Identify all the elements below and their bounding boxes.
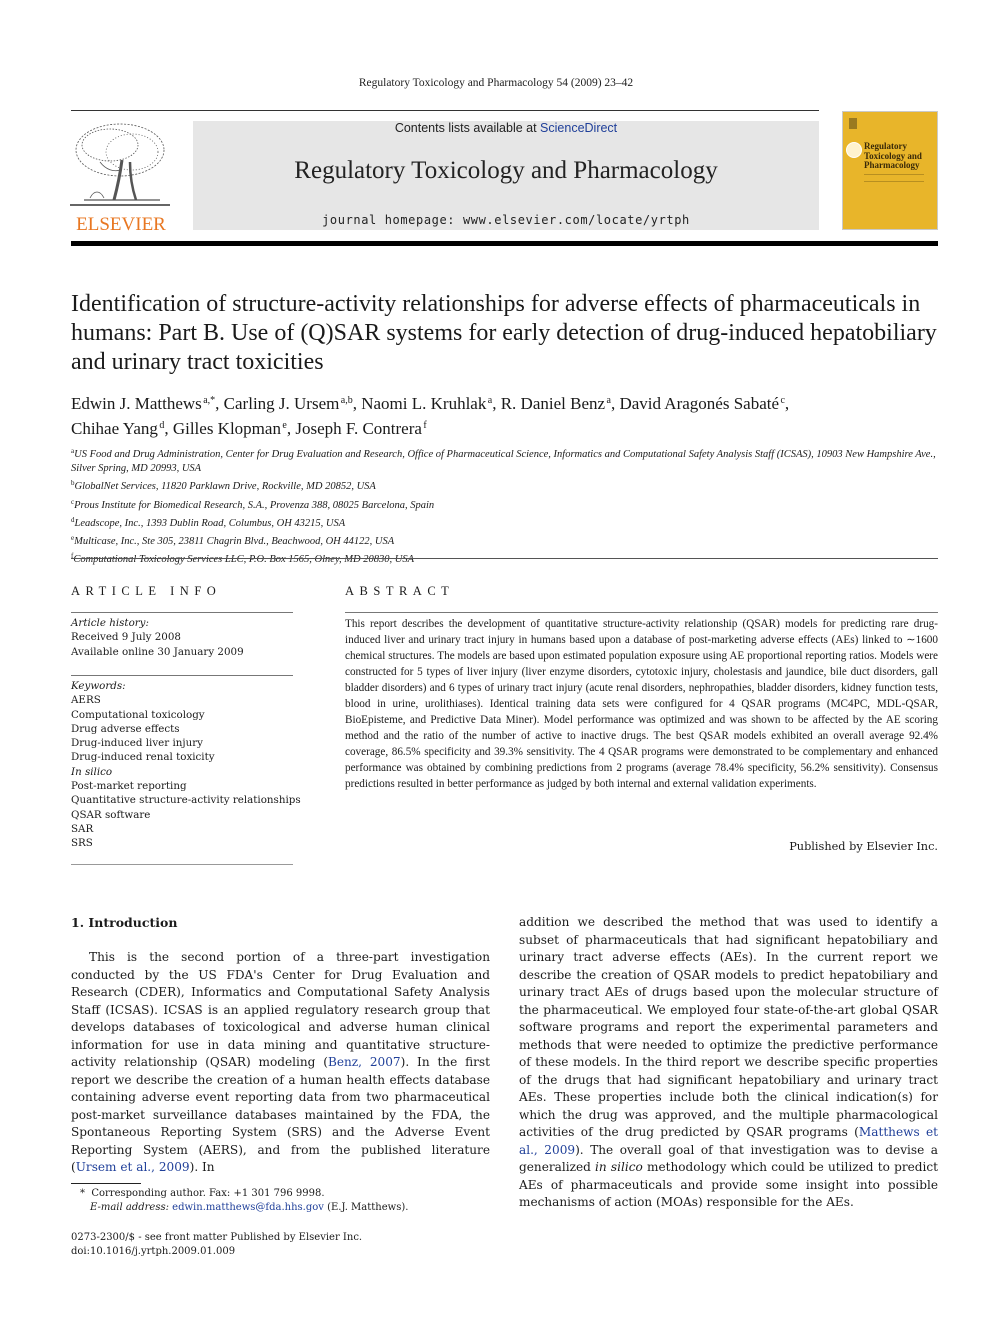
keyword-list: Keywords: AERS Computational toxicology …	[71, 679, 311, 851]
abstract-heading: ABSTRACT	[345, 584, 455, 598]
cover-subtitle-lines	[864, 174, 924, 182]
article-title: Identification of structure-activity rel…	[71, 291, 937, 375]
author[interactable]: Carling J. Ursem	[224, 394, 340, 413]
author[interactable]: Edwin J. Matthews	[71, 394, 202, 413]
author-affiliation-marker[interactable]: f	[423, 420, 426, 431]
footnote-rule	[71, 1183, 141, 1184]
issn-line: 0273-2300/$ - see front matter Published…	[71, 1232, 363, 1243]
publisher-logo[interactable]: ELSEVIER	[70, 120, 172, 235]
affiliation-item: cProus Institute for Biomedical Research…	[71, 497, 435, 511]
cover-title: Regulatory Toxicology and Pharmacology	[864, 141, 922, 170]
affiliation-list: aUS Food and Drug Administration, Center…	[71, 444, 941, 567]
email-link[interactable]: edwin.matthews@fda.hhs.gov	[172, 1202, 324, 1213]
contents-prefix: Contents lists available at	[394, 121, 541, 135]
author-affiliation-marker[interactable]: a	[488, 395, 492, 406]
citation-link[interactable]: Ursem et al., 2009	[76, 1160, 190, 1174]
section-divider	[71, 558, 938, 559]
available-date: Available online 30 January 2009	[71, 645, 244, 658]
affiliation-item: bGlobalNet Services, 11820 Parklawn Driv…	[71, 479, 376, 493]
keyword-item: Drug-induced liver injury	[71, 737, 203, 750]
footnote-marker: *	[80, 1188, 85, 1199]
keyword-item: Drug-induced renal toxicity	[71, 751, 215, 764]
keyword-item: AERS	[71, 694, 101, 707]
divider	[71, 675, 293, 676]
divider	[71, 612, 293, 613]
tree-logo-icon	[70, 123, 170, 206]
keyword-item: Drug adverse effects	[71, 722, 180, 735]
contents-line: Contents lists available at ScienceDirec…	[193, 121, 819, 135]
article-info-heading: ARTICLE INFO	[71, 584, 222, 598]
publisher-name: ELSEVIER	[76, 214, 166, 235]
front-matter: 0273-2300/$ - see front matter Published…	[71, 1231, 491, 1260]
affiliation-item: dLeadscope, Inc., 1393 Dublin Road, Colu…	[71, 515, 346, 529]
author-affiliation-marker[interactable]: a	[606, 395, 610, 406]
received-date: Received 9 July 2008	[71, 631, 181, 644]
journal-homepage[interactable]: journal homepage: www.elsevier.com/locat…	[193, 213, 819, 227]
keywords-label: Keywords:	[71, 680, 126, 692]
author[interactable]: Gilles Klopman	[173, 419, 281, 438]
header-thick-rule	[71, 241, 938, 246]
history-label: Article history:	[71, 617, 149, 629]
author-affiliation-marker[interactable]: c	[780, 395, 784, 406]
keyword-item: SRS	[71, 837, 93, 850]
journal-cover[interactable]: Regulatory Toxicology and Pharmacology	[842, 111, 938, 230]
divider	[71, 864, 293, 865]
author[interactable]: Chihae Yang	[71, 419, 158, 438]
keyword-item: Post-market reporting	[71, 780, 187, 793]
author-list: Edwin J. Matthews a,*, Carling J. Ursem …	[71, 394, 790, 438]
keyword-item: Computational toxicology	[71, 708, 205, 721]
sciencedirect-link[interactable]: ScienceDirect	[540, 121, 617, 135]
published-by: Published by Elsevier Inc.	[789, 840, 938, 853]
author-affiliation-marker[interactable]: d	[159, 420, 164, 431]
author[interactable]: Joseph F. Contrera	[295, 419, 422, 438]
running-head: Regulatory Toxicology and Pharmacology 5…	[358, 77, 634, 89]
author-affiliation-marker[interactable]: e	[282, 420, 286, 431]
affiliation-item: aUS Food and Drug Administration, Center…	[71, 447, 936, 475]
article-history: Article history: Received 9 July 2008 Av…	[71, 616, 301, 659]
header-rule	[71, 110, 819, 111]
author[interactable]: David Aragonés Sabaté	[619, 394, 779, 413]
author[interactable]: R. Daniel Benz	[501, 394, 605, 413]
journal-banner: Contents lists available at ScienceDirec…	[193, 121, 819, 230]
divider	[345, 612, 938, 613]
author-affiliation-marker[interactable]: a,*	[203, 395, 215, 406]
corresponding-author-footnote: * Corresponding author. Fax: +1 301 796 …	[80, 1188, 409, 1214]
body-column-right: addition we described the method that wa…	[519, 915, 939, 1209]
citation-link[interactable]: Benz, 2007	[328, 1055, 401, 1069]
keyword-item: SAR	[71, 822, 94, 835]
journal-title: Regulatory Toxicology and Pharmacology	[294, 157, 718, 184]
keyword-item: QSAR software	[71, 808, 151, 821]
author[interactable]: Naomi L. Kruhlak	[361, 394, 486, 413]
keyword-item: Quantitative structure-activity relation…	[71, 794, 301, 807]
author-affiliation-marker[interactable]: a,b	[341, 395, 353, 406]
doi-line[interactable]: doi:10.1016/j.yrtph.2009.01.009	[71, 1245, 491, 1259]
section-heading: 1. Introduction	[71, 915, 178, 930]
keyword-item: In silico	[71, 765, 113, 778]
cover-emblem-icon	[846, 142, 862, 158]
affiliation-item: eMulticase, Inc., Ste 305, 23811 Chagrin…	[71, 534, 395, 548]
abstract-text: This report describes the development of…	[345, 618, 938, 790]
body-column-left: This is the second portion of a three-pa…	[71, 950, 490, 1174]
cover-publisher-mark-icon	[849, 118, 857, 129]
